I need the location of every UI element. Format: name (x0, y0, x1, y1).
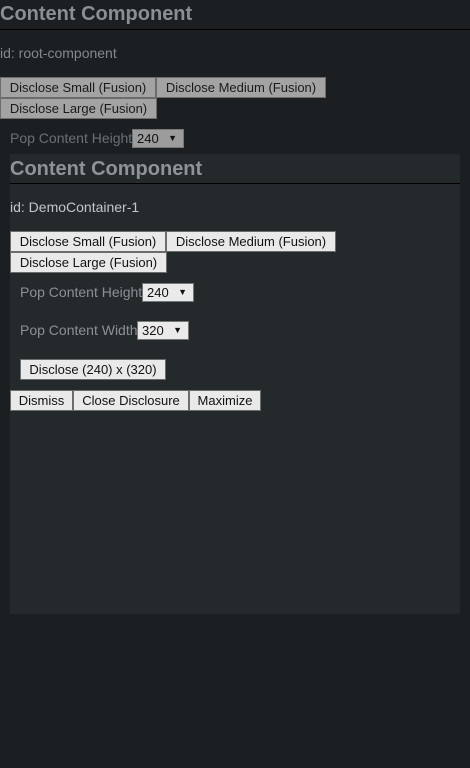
root-pop-height-value: 240 (137, 131, 159, 146)
chevron-down-icon: ▼ (168, 133, 177, 143)
inner-id-label: id: DemoContainer-1 (10, 199, 140, 215)
inner-pop-width-label: Pop Content Width (20, 322, 138, 338)
inner-disclose-medium-button[interactable]: Disclose Medium (Fusion) (166, 231, 336, 252)
maximize-button[interactable]: Maximize (189, 390, 261, 411)
inner-pop-height-value: 240 (147, 285, 169, 300)
root-component: Content Component id: root-component Dis… (0, 0, 470, 768)
close-disclosure-button[interactable]: Close Disclosure (73, 390, 189, 411)
root-disclose-small-button[interactable]: Disclose Small (Fusion) (0, 77, 156, 98)
inner-disclose-small-button[interactable]: Disclose Small (Fusion) (10, 231, 166, 252)
demo-container-panel: Content Component id: DemoContainer-1 Di… (10, 154, 460, 614)
inner-pop-height-label: Pop Content Height (20, 284, 143, 300)
root-disclose-large-button[interactable]: Disclose Large (Fusion) (0, 98, 157, 119)
inner-pop-width-value: 320 (142, 323, 164, 338)
inner-pop-width-select[interactable]: 320 ▼ (137, 321, 189, 340)
inner-title: Content Component (10, 154, 460, 184)
chevron-down-icon: ▼ (173, 325, 182, 335)
inner-disclose-large-button[interactable]: Disclose Large (Fusion) (10, 252, 167, 273)
page-title: Content Component (0, 0, 470, 30)
disclose-sized-button[interactable]: Disclose (240) x (320) (20, 359, 166, 380)
root-pop-height-select[interactable]: 240 ▼ (132, 129, 184, 148)
chevron-down-icon: ▼ (178, 287, 187, 297)
inner-pop-height-select[interactable]: 240 ▼ (142, 283, 194, 302)
root-id-label: id: root-component (0, 45, 117, 61)
root-pop-height-label: Pop Content Height (10, 130, 133, 146)
dismiss-button[interactable]: Dismiss (10, 390, 73, 411)
root-disclose-medium-button[interactable]: Disclose Medium (Fusion) (156, 77, 326, 98)
